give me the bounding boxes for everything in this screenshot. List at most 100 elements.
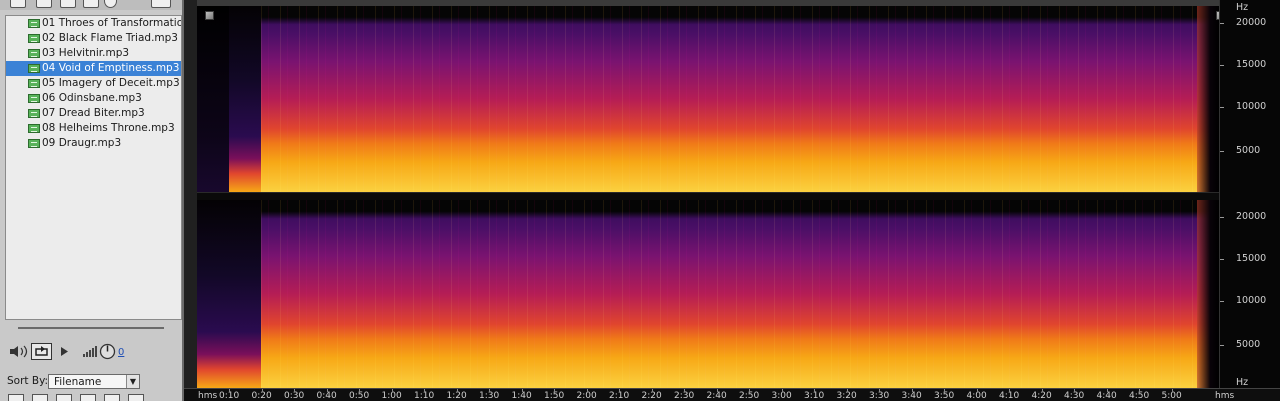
autoplay-speaker-icon[interactable] — [8, 345, 30, 358]
chevron-down-icon[interactable]: ▼ — [126, 375, 139, 388]
properties-icon[interactable] — [104, 394, 120, 401]
audio-file-icon — [28, 49, 40, 58]
audio-file-icon — [28, 94, 40, 103]
time-tick-label: 0:50 — [349, 391, 370, 401]
time-tick-label: 1:30 — [479, 391, 500, 401]
file-list-item[interactable]: 06 Odinsbane.mp3 — [6, 91, 181, 106]
import-icon[interactable] — [8, 394, 24, 401]
time-tick-label: 3:50 — [934, 391, 955, 401]
frequency-tick-mark — [1220, 23, 1224, 24]
time-tick-mark — [1139, 389, 1140, 392]
volume-value[interactable]: 0 — [118, 347, 124, 358]
time-tick-mark — [391, 389, 393, 392]
time-tick-mark — [1106, 389, 1108, 392]
file-name: 04 Void of Emptiness.mp3 — [42, 62, 180, 74]
play-icon[interactable] — [60, 346, 70, 357]
frequency-tick-label: 15000 — [1236, 253, 1267, 264]
file-list-item[interactable]: 03 Helvitnir.mp3 — [6, 46, 181, 61]
volume-level-icon — [83, 346, 97, 357]
file-toolbar — [0, 0, 182, 10]
file-name: 06 Odinsbane.mp3 — [42, 92, 142, 104]
audio-file-icon — [28, 139, 40, 148]
frequency-tick-label: 20000 — [1236, 17, 1267, 28]
file-list-item[interactable]: 02 Black Flame Triad.mp3 — [6, 31, 181, 46]
bottom-toolbar — [0, 394, 182, 401]
time-tick-mark — [781, 389, 783, 392]
time-tick-mark — [489, 389, 490, 392]
frequency-tick-mark — [1220, 65, 1224, 66]
audio-file-icon — [28, 34, 40, 43]
time-tick-label: 3:40 — [901, 391, 922, 401]
frequency-unit-label: Hz — [1236, 377, 1249, 388]
frequency-tick-label: 20000 — [1236, 211, 1267, 222]
time-tick-label: 3:00 — [771, 391, 792, 401]
delete-icon[interactable] — [80, 394, 96, 401]
time-tick-label: 4:30 — [1064, 391, 1085, 401]
view-options-icon[interactable] — [151, 0, 171, 8]
frequency-axis: Hz 20000 20000 15000 15000 10000 10000 5000 5000… — [1219, 0, 1280, 401]
file-list-item[interactable]: 07 Dread Biter.mp3 — [6, 106, 181, 121]
export-icon[interactable] — [32, 394, 48, 401]
file-list-item[interactable]: 04 Void of Emptiness.mp3 — [6, 61, 181, 76]
time-tick-label: 1:50 — [544, 391, 565, 401]
frequency-tick-label: 10000 — [1236, 101, 1267, 112]
time-tick-mark — [944, 389, 945, 392]
time-tick-mark — [294, 389, 295, 392]
time-tick-mark — [879, 389, 880, 392]
zoom-in-vertical-handle[interactable] — [205, 11, 214, 20]
silence-region — [197, 6, 229, 192]
time-tick-mark — [619, 389, 620, 392]
time-tick-mark — [521, 389, 523, 392]
file-list-item[interactable]: 05 Imagery of Deceit.mp3 — [6, 76, 181, 91]
refresh-icon[interactable] — [104, 0, 117, 8]
time-tick-label: 2:10 — [609, 391, 630, 401]
time-tick-mark — [1171, 389, 1173, 392]
time-tick-mark — [424, 389, 425, 392]
sort-by-select[interactable]: Filename ▼ — [48, 374, 140, 389]
frequency-tick-mark — [1220, 301, 1224, 302]
time-tick-label: 4:00 — [966, 391, 987, 401]
time-tick-mark — [1041, 389, 1043, 392]
spectral-streaks — [261, 200, 1197, 388]
frequency-unit-label: Hz — [1236, 2, 1249, 13]
time-tick-mark — [814, 389, 815, 392]
file-list-item[interactable]: 01 Throes of Transformation.mp3 — [6, 16, 181, 31]
close-file-icon[interactable] — [36, 0, 52, 8]
time-tick-label: 3:10 — [804, 391, 825, 401]
time-axis: hms 0:10 0:20 0:30 0:40 0:50 1:00 1:10 1:20 1:30 1… — [184, 388, 1280, 401]
time-tick-mark — [456, 389, 458, 392]
file-list-item[interactable]: 08 Helheims Throne.mp3 — [6, 121, 181, 136]
sort-by-label: Sort By: — [7, 375, 49, 387]
time-unit-label: hms — [198, 391, 218, 401]
file-name: 03 Helvitnir.mp3 — [42, 47, 130, 59]
time-tick-mark — [716, 389, 718, 392]
file-list-item[interactable]: 09 Draugr.mp3 — [6, 136, 181, 151]
time-tick-label: 1:10 — [414, 391, 435, 401]
edit-file-icon[interactable] — [60, 0, 76, 8]
file-name: 02 Black Flame Triad.mp3 — [42, 32, 178, 44]
time-tick-mark — [684, 389, 685, 392]
insert-multitrack-icon[interactable] — [83, 0, 99, 8]
time-tick-mark — [261, 389, 263, 392]
open-file-icon[interactable] — [10, 0, 26, 8]
audio-file-icon — [28, 64, 40, 73]
loop-button[interactable] — [31, 343, 52, 360]
time-unit-label: hms — [1215, 391, 1235, 401]
batch-icon[interactable] — [128, 394, 144, 401]
save-icon[interactable] — [56, 394, 72, 401]
transport-controls: 0 — [0, 338, 182, 364]
spectral-frequency-display[interactable]: Hz 20000 20000 15000 15000 10000 10000 5000 5000… — [184, 0, 1280, 401]
frequency-tick-label: 5000 — [1236, 145, 1261, 156]
left-channel-spectrogram[interactable] — [197, 6, 1219, 192]
file-panel: 01 Throes of Transformation.mp3 02 Black … — [0, 0, 184, 401]
time-tick-mark — [976, 389, 978, 392]
time-tick-label: 3:30 — [869, 391, 890, 401]
time-tick-mark — [846, 389, 848, 392]
audio-file-icon — [28, 124, 40, 133]
list-horizontal-scrollbar[interactable] — [18, 327, 164, 329]
time-tick-label: 1:40 — [511, 391, 532, 401]
sort-by-value: Filename — [54, 376, 102, 388]
right-channel-spectrogram[interactable] — [197, 200, 1219, 388]
time-tick-label: 2:30 — [674, 391, 695, 401]
volume-knob-icon[interactable] — [99, 343, 116, 360]
